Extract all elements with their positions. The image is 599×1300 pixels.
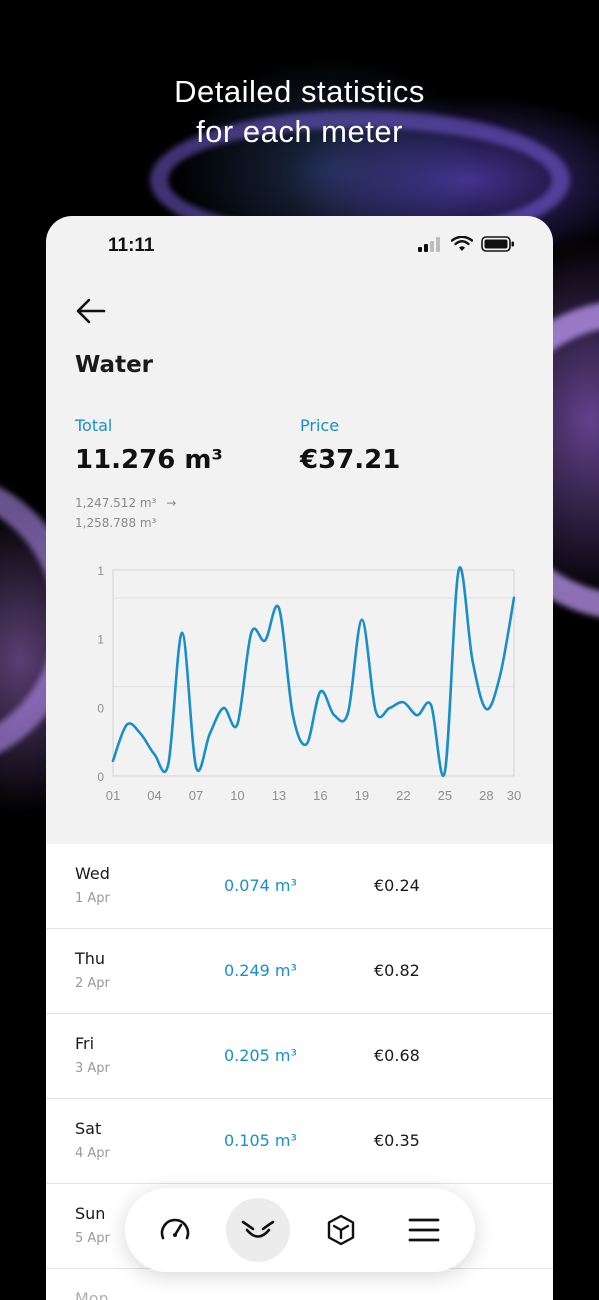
x-tick-label: 13 [272,788,286,803]
total-value: 11.276 m³ [75,445,223,475]
wifi-icon [451,236,473,251]
nav-meter-button[interactable] [226,1198,290,1262]
phone-screen: 11:11 Water Total 11.276 m³ Price €37.21… [46,216,553,1300]
reading-row[interactable]: Fri 3 Apr 0.205 m³ €0.68 [46,1014,553,1099]
reading-day: Mon [75,1289,109,1300]
promo-headline: Detailed statistics for each meter [0,72,599,152]
reading-volume: 0.074 m³ [224,876,297,895]
reading-row[interactable]: Thu 2 Apr 0.249 m³ €0.82 [46,929,553,1014]
x-tick-label: 28 [479,788,493,803]
reading-range: 1,247.512 m³ → 1,258.788 m³ [75,493,176,533]
headline-line-2: for each meter [196,114,403,149]
speedometer-icon [158,1213,192,1247]
x-tick-label: 22 [396,788,410,803]
x-tick-label: 10 [230,788,244,803]
nav-speedometer-button[interactable] [143,1198,207,1262]
y-tick-label: 0 [97,701,104,715]
nav-box-button[interactable] [309,1198,373,1262]
x-tick-label: 01 [106,788,120,803]
x-tick-label: 25 [438,788,452,803]
y-tick-label: 1 [97,564,104,578]
reading-day: Wed [75,864,110,883]
series-line [111,566,516,777]
reading-day: Sun [75,1204,106,1223]
x-tick-label: 16 [313,788,327,803]
reading-date: 1 Apr [75,891,110,906]
back-button[interactable] [74,296,110,326]
reading-day: Fri [75,1034,95,1053]
status-bar: 11:11 [46,216,553,276]
reading-date: 5 Apr [75,1231,110,1246]
box-icon [325,1213,357,1247]
reading-price: €0.82 [374,961,420,980]
consumption-chart: 110001 04 07 10 13 16 19 22 25 28 30 [97,564,521,803]
reading-price: €0.35 [374,1131,420,1150]
price-value: €37.21 [300,445,401,475]
status-time: 11:11 [108,235,155,256]
y-tick-label: 1 [97,633,104,647]
reading-date: 2 Apr [75,976,110,991]
cellular-signal-icon [418,237,440,252]
reading-row[interactable]: Mon [46,1269,553,1300]
menu-icon [408,1217,440,1243]
bottom-navigation [125,1188,475,1272]
arrow-left-icon [76,298,106,324]
reading-day: Thu [75,949,106,968]
x-tick-label: 19 [355,788,369,803]
nav-menu-button[interactable] [392,1198,456,1262]
x-tick-label: 07 [189,788,203,803]
reading-row[interactable]: Wed 1 Apr 0.074 m³ €0.24 [46,844,553,929]
reading-date: 4 Apr [75,1146,110,1161]
x-tick-label: 30 [507,788,521,803]
total-label: Total [75,416,113,435]
reading-price: €0.24 [374,876,420,895]
range-to: 1,258.788 m³ [75,516,157,530]
range-arrow: → [166,496,177,510]
y-tick-label: 0 [97,770,104,784]
reading-volume: 0.205 m³ [224,1046,297,1065]
reading-price: €0.68 [374,1046,420,1065]
reading-volume: 0.105 m³ [224,1131,297,1150]
reading-day: Sat [75,1119,102,1138]
x-tick-label: 04 [147,788,161,803]
meter-icon [239,1215,277,1245]
status-icons [417,236,515,252]
range-from: 1,247.512 m³ [75,496,157,510]
headline-line-1: Detailed statistics [174,74,425,109]
battery-icon [481,236,514,252]
reading-date: 3 Apr [75,1061,110,1076]
price-label: Price [300,416,340,435]
chart-plot-frame [112,569,515,777]
reading-row[interactable]: Sat 4 Apr 0.105 m³ €0.35 [46,1099,553,1184]
reading-volume: 0.249 m³ [224,961,297,980]
page-title: Water [75,352,154,378]
